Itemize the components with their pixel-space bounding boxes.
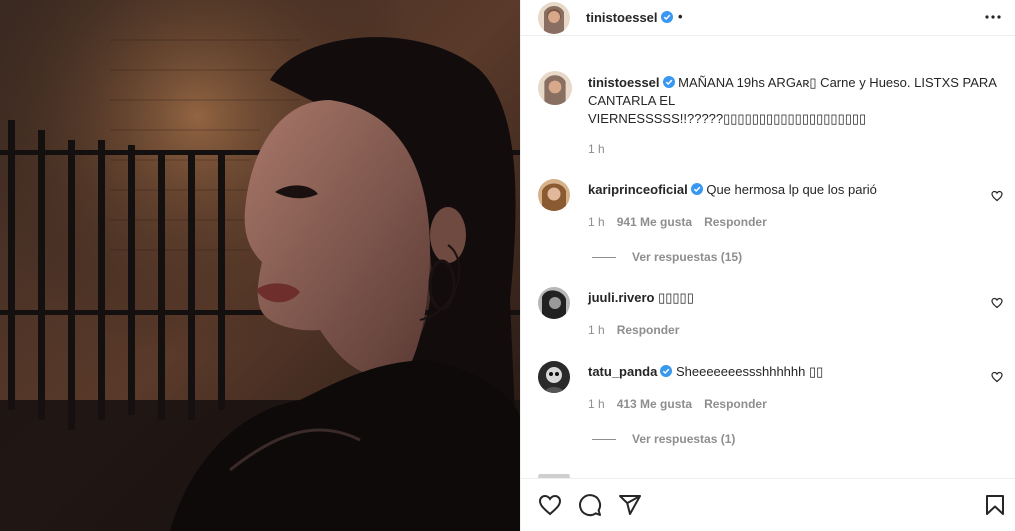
comment-username[interactable]: tatu_panda bbox=[588, 364, 657, 379]
author-username[interactable]: tinistoessel bbox=[586, 10, 673, 25]
caption-text-line-3: VIERNESSSSS!!?????▯▯▯▯▯▯▯▯▯▯▯▯▯▯▯▯▯▯▯▯ bbox=[588, 111, 867, 126]
author-avatar[interactable] bbox=[538, 2, 570, 34]
post-caption: tinistoessel MAÑANA 19hs ARGᴀʀ▯ Carne y … bbox=[588, 74, 1008, 128]
reply-button[interactable]: Responder bbox=[617, 323, 680, 337]
post-image[interactable] bbox=[0, 0, 520, 531]
caption-text-line-2: CANTARLA EL bbox=[588, 93, 676, 108]
replies-divider bbox=[592, 439, 616, 441]
comment-avatar[interactable] bbox=[538, 361, 570, 393]
comment-time[interactable]: 1 h bbox=[588, 323, 605, 337]
comment-like-heart-icon[interactable] bbox=[991, 371, 1003, 383]
comment-time[interactable]: 1 h bbox=[588, 215, 605, 229]
comment-icon[interactable] bbox=[578, 493, 602, 517]
caption-avatar[interactable] bbox=[538, 71, 572, 105]
view-replies-label: Ver respuestas (1) bbox=[632, 432, 736, 446]
verified-badge-icon bbox=[660, 365, 673, 377]
post-photo bbox=[0, 0, 520, 531]
comment-username[interactable]: juuli.rivero bbox=[588, 290, 654, 305]
view-replies-button[interactable]: Ver respuestas (15) bbox=[592, 250, 742, 264]
view-replies-label: Ver respuestas (15) bbox=[632, 250, 743, 264]
caption-username[interactable]: tinistoessel bbox=[588, 75, 660, 90]
replies-divider bbox=[592, 257, 616, 259]
comment-body: ▯▯▯▯▯ bbox=[658, 290, 694, 305]
comment-body: Que hermosa lp que los parió bbox=[706, 182, 877, 197]
comment-text: juuli.rivero ▯▯▯▯▯ bbox=[588, 290, 694, 306]
post-action-bar bbox=[521, 478, 1015, 531]
comment-body: Sheeeeeeessshhhhhh ▯▯ bbox=[675, 364, 824, 379]
comment-text: tatu_panda Sheeeeeeessshhhhhh ▯▯ bbox=[588, 364, 823, 380]
comment-username[interactable]: kariprinceoficial bbox=[588, 182, 688, 197]
verified-badge-icon bbox=[662, 76, 675, 88]
verified-badge-icon bbox=[690, 183, 703, 195]
reply-button[interactable]: Responder bbox=[704, 215, 767, 229]
comment-meta: 1 h 413 Me gusta Responder bbox=[588, 397, 779, 411]
more-options-icon[interactable] bbox=[984, 8, 1002, 26]
header-separator: • bbox=[678, 9, 683, 24]
comment-time[interactable]: 1 h bbox=[588, 397, 605, 411]
comment-avatar[interactable] bbox=[538, 179, 570, 211]
comment-text: kariprinceoficial Que hermosa lp que los… bbox=[588, 182, 877, 197]
view-replies-button[interactable]: Ver respuestas (1) bbox=[592, 432, 735, 446]
post-header: tinistoessel • bbox=[521, 0, 1015, 36]
comment-like-heart-icon[interactable] bbox=[991, 297, 1003, 309]
comment-meta: 1 h Responder bbox=[588, 323, 691, 337]
share-icon[interactable] bbox=[618, 493, 642, 517]
bookmark-icon[interactable] bbox=[983, 493, 1007, 517]
caption-timestamp[interactable]: 1 h bbox=[588, 142, 605, 156]
comment-meta: 1 h 941 Me gusta Responder bbox=[588, 215, 779, 229]
comment-likes[interactable]: 413 Me gusta bbox=[617, 397, 692, 411]
heart-icon[interactable] bbox=[538, 493, 562, 517]
caption-text-line-1: MAÑANA 19hs ARGᴀʀ▯ Carne y Hueso. LISTXS… bbox=[678, 75, 997, 90]
comment-likes[interactable]: 941 Me gusta bbox=[617, 215, 692, 229]
post-sidebar: tinistoessel • tinistoessel MAÑANA 19hs … bbox=[520, 0, 1015, 531]
verified-badge-icon bbox=[660, 11, 673, 23]
comment-like-heart-icon[interactable] bbox=[991, 190, 1003, 202]
comment-avatar[interactable] bbox=[538, 287, 570, 319]
comment-avatar-partial bbox=[538, 470, 570, 478]
reply-button[interactable]: Responder bbox=[704, 397, 767, 411]
